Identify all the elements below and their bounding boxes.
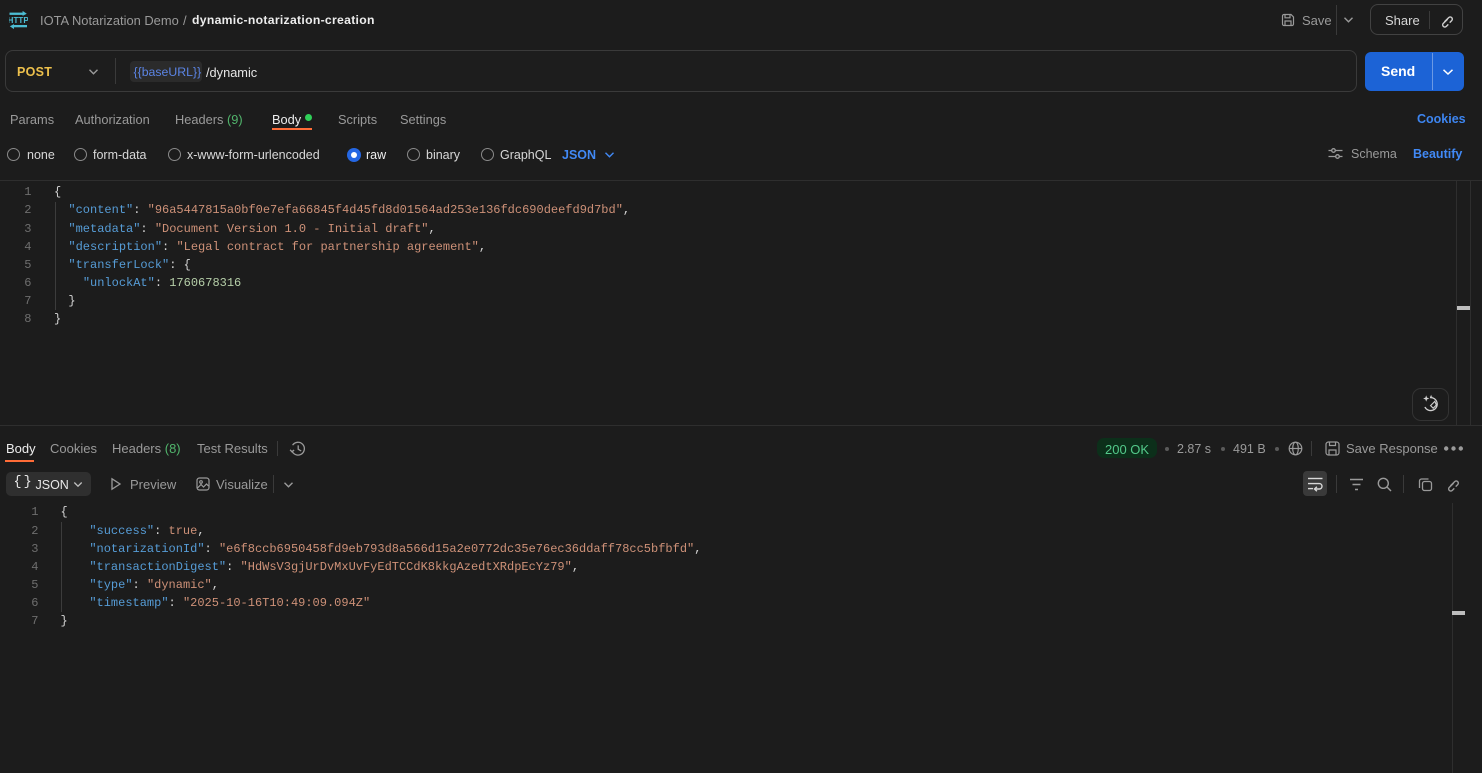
svg-text:HTTP: HTTP [9, 16, 28, 25]
